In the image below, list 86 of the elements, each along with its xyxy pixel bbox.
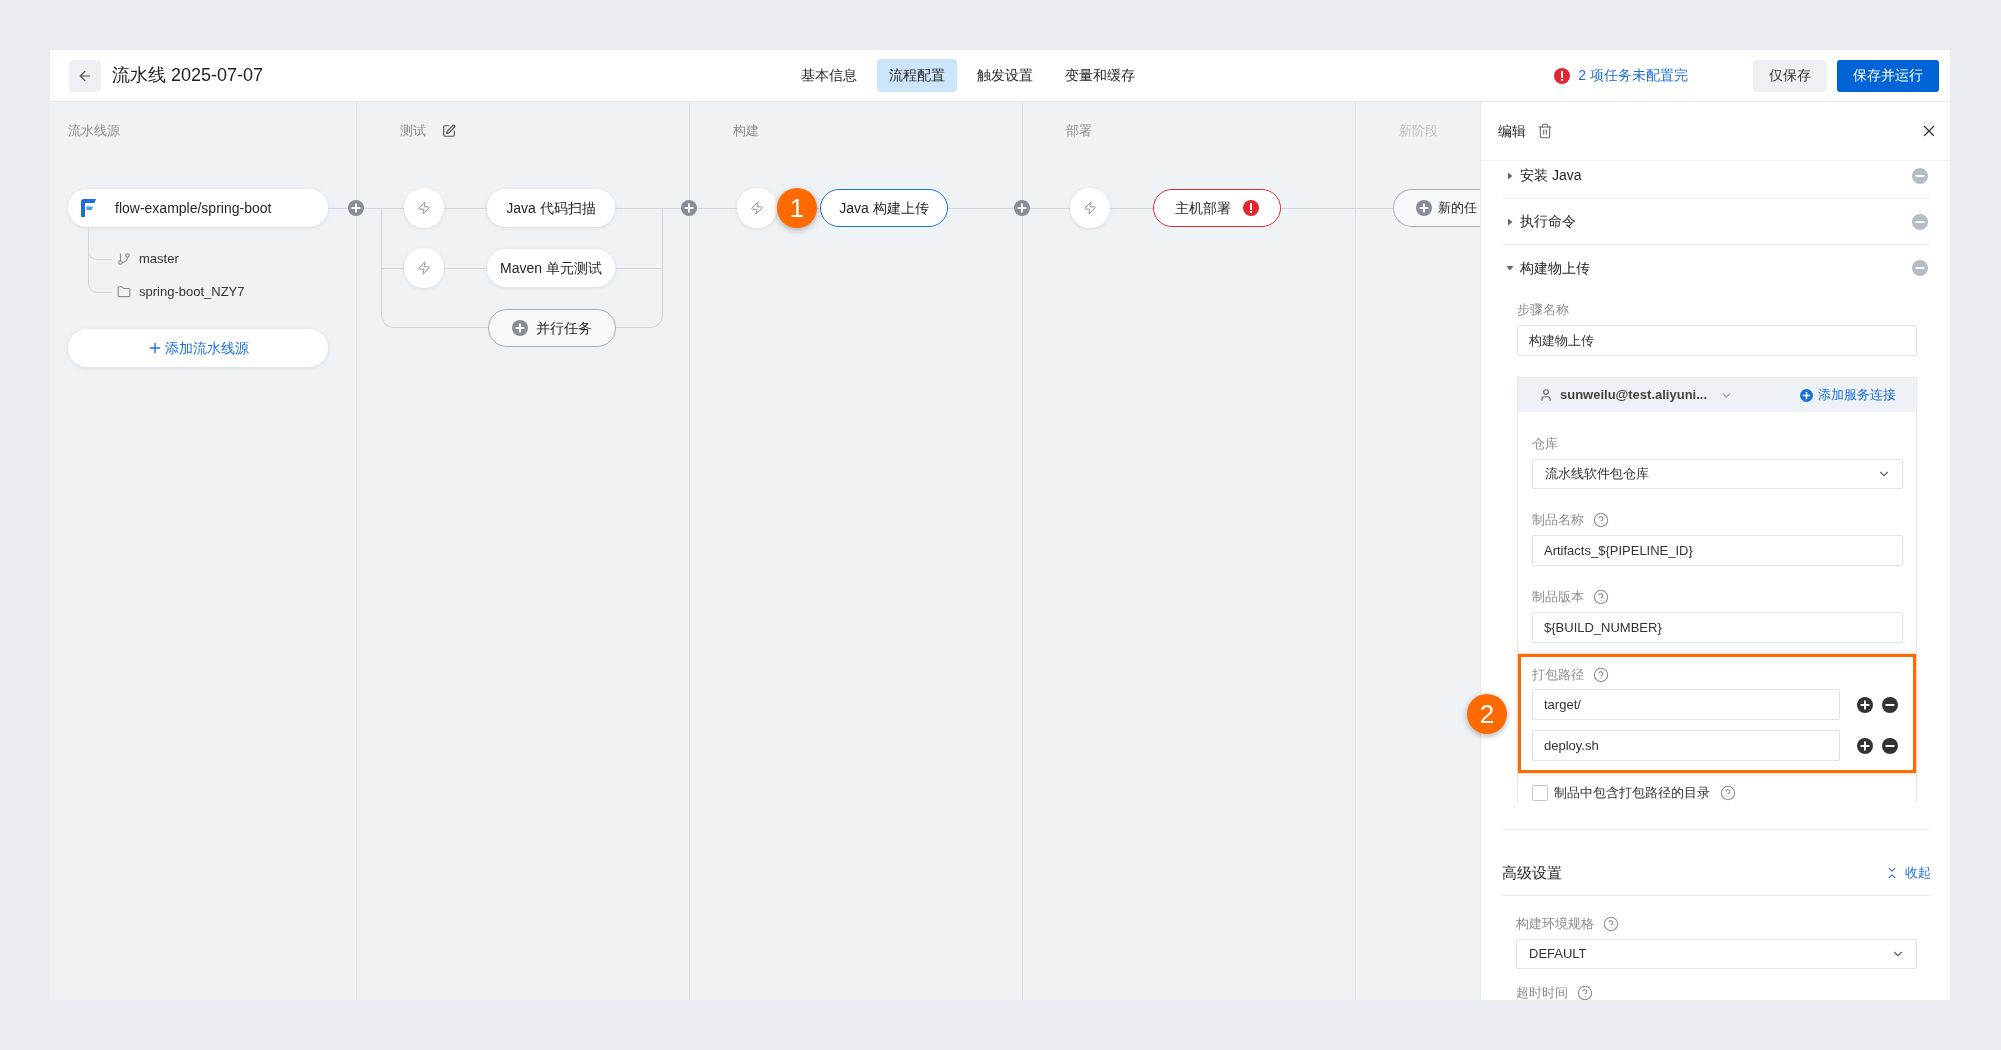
text-field[interactable]: target/ — [1532, 689, 1840, 720]
stage-title: 流水线源 — [68, 122, 120, 140]
account-name[interactable]: sunweilu@test.aliyuni... — [1560, 385, 1708, 405]
plus-circle-icon — [512, 320, 528, 336]
help-icon[interactable] — [1603, 916, 1619, 932]
branch-icon — [117, 251, 131, 266]
task-node[interactable]: Maven 单元测试 — [487, 249, 615, 287]
plus-circle-icon — [1416, 200, 1432, 216]
help-icon[interactable] — [1593, 667, 1609, 683]
checkbox[interactable] — [1532, 785, 1548, 801]
user-icon — [1539, 388, 1553, 402]
nav-tab[interactable]: 变量和缓存 — [1053, 59, 1147, 92]
add-stage-icon[interactable] — [348, 200, 364, 216]
trash-icon[interactable] — [1537, 123, 1553, 139]
step-title: 构建物上传 — [1520, 258, 1590, 278]
repo-name: flow-example/spring-boot — [115, 198, 272, 218]
nav-tab[interactable]: 流程配置 — [877, 59, 957, 92]
step-title: 执行命令 — [1520, 212, 1576, 231]
callout-badge: 2 — [1467, 694, 1507, 734]
text-field[interactable]: Artifacts_${PIPELINE_ID} — [1532, 535, 1903, 566]
field-label: 构建环境规格 — [1516, 916, 1594, 932]
step-row[interactable]: 构建物上传 — [1502, 245, 1931, 291]
add-stage-icon[interactable] — [1014, 200, 1030, 216]
checkbox-label: 制品中包含打包路径的目录 — [1554, 784, 1710, 803]
panel-title: 编辑 — [1498, 121, 1526, 141]
callout-badge: 1 — [777, 187, 817, 228]
field-label: 制品版本 — [1532, 589, 1584, 605]
section-title: 高级设置 — [1502, 865, 1562, 881]
remove-step-icon[interactable] — [1912, 213, 1928, 230]
remove-step-icon[interactable] — [1912, 167, 1928, 184]
minus-circle-icon[interactable] — [1882, 696, 1898, 713]
nav-tab[interactable]: 基本信息 — [789, 59, 869, 92]
select-field[interactable]: DEFAULT — [1516, 939, 1917, 969]
field-label: 仓库 — [1532, 436, 1558, 452]
field-label: 步骤名称 — [1517, 302, 1569, 318]
plus-icon — [147, 340, 163, 356]
new-task-button[interactable]: 新的任 — [1393, 189, 1480, 227]
add-source-button[interactable]: 添加流水线源 — [68, 329, 328, 367]
help-icon[interactable] — [1593, 589, 1609, 605]
add-connection-link[interactable]: 添加服务连接 — [1818, 385, 1896, 405]
field-label: 超时时间 — [1516, 985, 1568, 1000]
edit-icon[interactable] — [442, 124, 456, 138]
task-node[interactable]: Java 代码扫描 — [487, 189, 615, 227]
back-button[interactable] — [69, 59, 101, 92]
stage-title: 部署 — [1066, 122, 1092, 140]
tree-item[interactable]: master — [139, 248, 179, 269]
logo-icon — [80, 199, 96, 217]
select-field[interactable]: 流水线软件包仓库 — [1532, 459, 1903, 489]
minus-circle-icon[interactable] — [1882, 737, 1898, 754]
plus-circle-icon — [1800, 388, 1813, 402]
field-label: 打包路径 — [1532, 667, 1584, 683]
add-parallel-button[interactable]: 并行任务 — [488, 309, 616, 347]
add-stage-icon[interactable] — [681, 200, 697, 216]
help-icon[interactable] — [1593, 512, 1609, 528]
plus-circle-icon[interactable] — [1857, 696, 1873, 713]
text-field[interactable]: deploy.sh — [1532, 730, 1840, 761]
lightning-icon — [1083, 201, 1097, 215]
lightning-icon — [750, 201, 764, 215]
field-label: 制品名称 — [1532, 512, 1584, 528]
stage-title: 测试 — [400, 122, 426, 140]
warning-link[interactable]: 2 项任务未配置完 — [1578, 65, 1688, 86]
task-node[interactable]: 主机部署 — [1153, 189, 1281, 227]
step-title: 安装 Java — [1520, 166, 1582, 185]
source-card[interactable]: flow-example/spring-boot — [68, 189, 328, 227]
tree-item[interactable]: spring-boot_NZY7 — [139, 281, 245, 302]
text-field[interactable]: ${BUILD_NUMBER} — [1532, 612, 1903, 643]
help-icon[interactable] — [1720, 785, 1736, 801]
pipeline-title: 流水线 2025-07-07 — [112, 64, 264, 87]
step-row[interactable]: 安装 Java — [1502, 153, 1931, 199]
error-icon — [1243, 200, 1259, 216]
step-row[interactable]: 执行命令 — [1502, 199, 1931, 245]
action-button[interactable]: 仅保存 — [1753, 59, 1827, 92]
plus-circle-icon[interactable] — [1857, 737, 1873, 754]
lightning-icon — [417, 261, 431, 275]
action-button[interactable]: 保存并运行 — [1837, 59, 1939, 92]
nav-tab[interactable]: 触发设置 — [965, 59, 1045, 92]
remove-step-icon[interactable] — [1912, 260, 1928, 276]
folder-icon — [117, 284, 131, 299]
warning-icon — [1554, 67, 1571, 84]
lightning-icon — [417, 201, 431, 215]
collapse-icon — [1885, 866, 1899, 880]
task-node[interactable]: Java 构建上传 — [820, 189, 948, 227]
collapse-button[interactable]: 收起 — [1885, 865, 1931, 881]
help-icon[interactable] — [1577, 985, 1593, 1000]
stage-title: 构建 — [733, 122, 759, 140]
text-field[interactable]: 构建物上传 — [1517, 325, 1917, 356]
